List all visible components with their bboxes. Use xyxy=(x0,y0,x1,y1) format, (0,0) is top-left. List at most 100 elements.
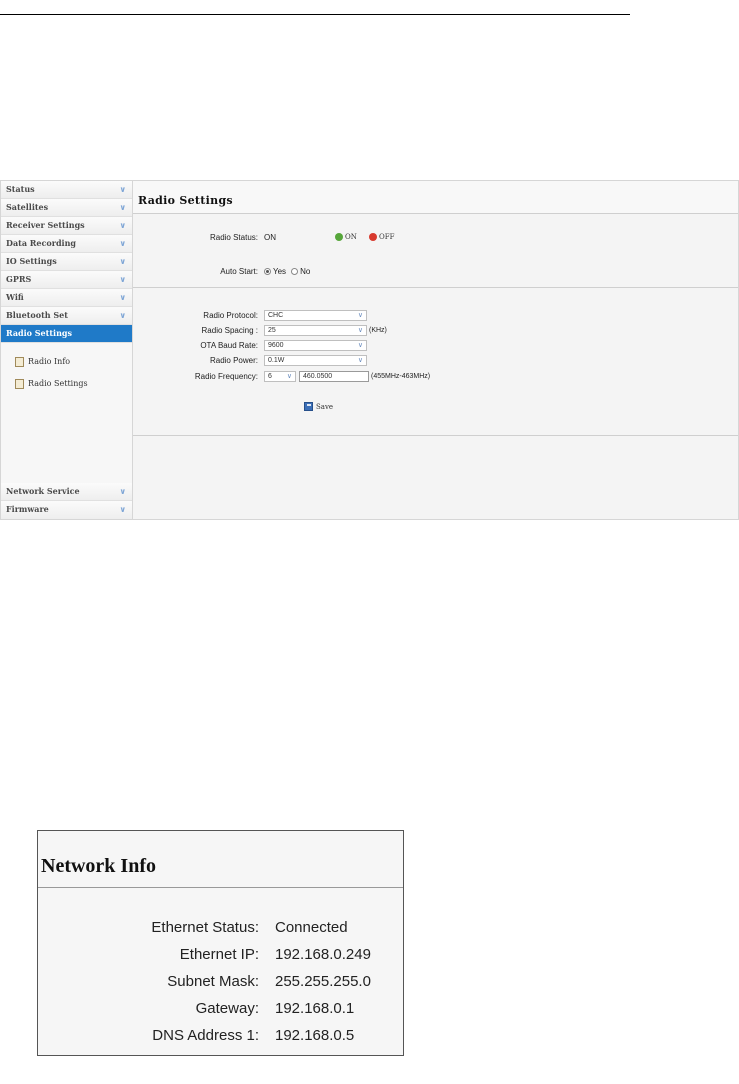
chevron-down-icon: ∨ xyxy=(357,356,363,364)
ethernet-status-value: Connected xyxy=(275,919,348,936)
network-info-row: Gateway: 192.168.0.1 xyxy=(38,1000,405,1020)
sidebar-item-label: Status xyxy=(6,184,35,194)
radio-channel-select[interactable]: 6 ∨ xyxy=(264,370,296,382)
sidebar-item-network-service[interactable]: Network Service ∨ xyxy=(1,483,132,501)
radio-protocol-field-wrap: CHC ∨ xyxy=(264,309,367,321)
auto-start-options: Yes No xyxy=(264,267,310,276)
radio-power-value: 0.1W xyxy=(268,356,285,364)
radio-frequency-field-wrap: 6 ∨ 460.0500 (455MHz-463MHz) xyxy=(264,370,430,382)
network-info-row: Ethernet IP: 192.168.0.249 xyxy=(38,946,405,966)
ethernet-ip-label: Ethernet IP: xyxy=(179,946,259,963)
sidebar-item-label: Network Service xyxy=(6,486,80,496)
chevron-down-icon: ∨ xyxy=(357,311,363,319)
radio-protocol-label: Radio Protocol: xyxy=(203,310,258,320)
chevron-down-icon: ∨ xyxy=(119,310,127,320)
chevron-down-icon: ∨ xyxy=(357,341,363,349)
chevron-down-icon: ∨ xyxy=(119,274,127,284)
sidebar-item-label: Firmware xyxy=(6,504,49,514)
sidebar-item-status[interactable]: Status ∨ xyxy=(1,181,132,199)
sidebar-item-satellites[interactable]: Satellites ∨ xyxy=(1,199,132,217)
document-icon xyxy=(15,379,24,389)
sidebar-subitem-radio-info[interactable]: Radio Info xyxy=(1,351,132,373)
page-title: Radio Settings xyxy=(133,181,738,214)
sidebar-item-label: Bluetooth Set xyxy=(6,310,68,320)
sidebar-item-label: GPRS xyxy=(6,274,32,284)
network-info-row: DNS Address 1: 192.168.0.5 xyxy=(38,1027,405,1047)
radio-power-row: Radio Power: 0.1W ∨ xyxy=(133,354,533,366)
radio-protocol-row: Radio Protocol: CHC ∨ xyxy=(133,309,533,321)
radio-settings-panel: Radio Settings Radio Status: ON ON OFF A… xyxy=(133,181,738,519)
sidebar-item-label: Satellites xyxy=(6,202,49,212)
sidebar-item-label: Data Recording xyxy=(6,238,76,248)
radio-spacing-unit: (KHz) xyxy=(369,326,387,334)
radio-spacing-field-wrap: 25 ∨ (KHz) xyxy=(264,324,387,336)
power-on-icon xyxy=(335,233,343,241)
sidebar-item-wifi[interactable]: Wifi ∨ xyxy=(1,289,132,307)
sidebar-subitem-label: Radio Settings xyxy=(28,379,88,388)
sidebar-item-io-settings[interactable]: IO Settings ∨ xyxy=(1,253,132,271)
auto-start-label: Auto Start: xyxy=(220,266,258,276)
network-info-title: Network Info xyxy=(38,831,403,888)
sidebar-item-firmware[interactable]: Firmware ∨ xyxy=(1,501,132,519)
radio-status-label: Radio Status: xyxy=(209,232,258,242)
radio-spacing-label: Radio Spacing : xyxy=(201,325,258,335)
radio-on-button[interactable]: ON xyxy=(335,233,357,241)
subnet-mask-value: 255.255.255.0 xyxy=(275,973,371,990)
network-info-row: Subnet Mask: 255.255.255.0 xyxy=(38,973,405,993)
auto-start-no-radio[interactable] xyxy=(291,267,299,275)
radio-status-value: ON xyxy=(264,232,276,242)
radio-frequency-label: Radio Frequency: xyxy=(194,371,258,381)
chevron-down-icon: ∨ xyxy=(119,238,127,248)
sidebar-bottom: Network Service ∨ Firmware ∨ xyxy=(1,483,132,519)
radio-frequency-row: Radio Frequency: 6 ∨ 460.0500 (455MHz-463… xyxy=(133,370,533,382)
ethernet-ip-value: 192.168.0.249 xyxy=(275,946,371,963)
ota-baud-field-wrap: 9600 ∨ xyxy=(264,339,367,351)
radio-frequency-value: 460.0500 xyxy=(303,372,333,380)
network-info-row: Ethernet Status: Connected xyxy=(38,919,405,939)
sidebar-subitem-radio-settings[interactable]: Radio Settings xyxy=(1,373,132,395)
sidebar-item-bluetooth-set[interactable]: Bluetooth Set ∨ xyxy=(1,307,132,325)
radio-spacing-select[interactable]: 25 ∨ xyxy=(264,324,367,336)
save-label: Save xyxy=(316,402,334,411)
sidebar-item-label: Wifi xyxy=(6,292,24,302)
sidebar-item-data-recording[interactable]: Data Recording ∨ xyxy=(1,235,132,253)
ota-baud-row: OTA Baud Rate: 9600 ∨ xyxy=(133,339,533,351)
sidebar-item-gprs[interactable]: GPRS ∨ xyxy=(1,271,132,289)
sidebar-item-radio-settings[interactable]: Radio Settings xyxy=(1,325,132,343)
gateway-value: 192.168.0.1 xyxy=(275,1000,355,1017)
radio-off-button[interactable]: OFF xyxy=(369,233,394,241)
radio-status-row: Radio Status: ON ON OFF xyxy=(133,231,533,243)
chevron-down-icon: ∨ xyxy=(119,184,127,194)
chevron-down-icon: ∨ xyxy=(286,372,292,380)
radio-settings-screenshot: Status ∨ Satellites ∨ Receiver Settings ∨ D… xyxy=(0,180,739,520)
document-icon xyxy=(15,357,24,367)
radio-power-field-wrap: 0.1W ∨ xyxy=(264,354,367,366)
top-rule xyxy=(0,14,630,15)
ethernet-status-label: Ethernet Status: xyxy=(151,919,259,936)
dns-address-value: 192.168.0.5 xyxy=(275,1027,355,1044)
save-button[interactable]: Save xyxy=(304,402,333,411)
radio-protocol-value: CHC xyxy=(268,311,284,319)
chevron-down-icon: ∨ xyxy=(119,220,127,230)
radio-off-label: OFF xyxy=(379,233,395,241)
dns-address-label: DNS Address 1: xyxy=(152,1027,259,1044)
ota-baud-select[interactable]: 9600 ∨ xyxy=(264,339,367,351)
chevron-down-icon: ∨ xyxy=(357,326,363,334)
chevron-down-icon: ∨ xyxy=(119,256,127,266)
radio-frequency-input[interactable]: 460.0500 xyxy=(299,370,369,382)
divider xyxy=(133,287,738,288)
sidebar-item-receiver-settings[interactable]: Receiver Settings ∨ xyxy=(1,217,132,235)
sidebar-item-label: Receiver Settings xyxy=(6,220,85,230)
auto-start-no-label: No xyxy=(300,266,311,276)
chevron-down-icon: ∨ xyxy=(119,202,127,212)
radio-protocol-select[interactable]: CHC ∨ xyxy=(264,309,367,321)
divider xyxy=(133,435,738,436)
sidebar-subitem-label: Radio Info xyxy=(28,357,71,366)
sidebar-item-label: IO Settings xyxy=(6,256,57,266)
chevron-down-icon: ∨ xyxy=(119,504,127,514)
radio-power-label: Radio Power: xyxy=(209,355,258,365)
subnet-mask-label: Subnet Mask: xyxy=(167,973,259,990)
auto-start-yes-radio[interactable] xyxy=(264,267,271,275)
radio-power-select[interactable]: 0.1W ∨ xyxy=(264,354,367,366)
chevron-down-icon: ∨ xyxy=(119,486,127,496)
